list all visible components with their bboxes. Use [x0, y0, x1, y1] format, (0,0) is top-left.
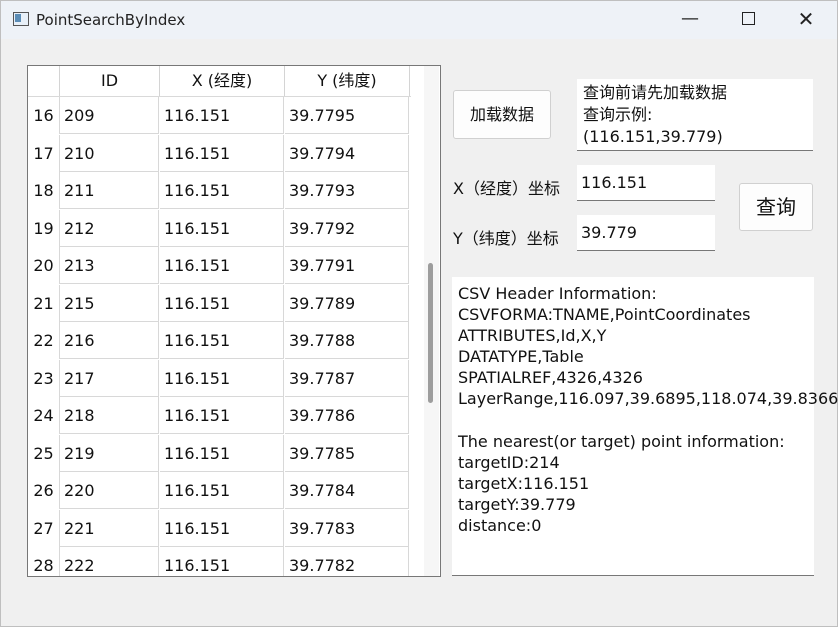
cell-x[interactable]: 116.151	[160, 172, 284, 209]
cell-id[interactable]: 221	[60, 509, 159, 547]
table-row[interactable]: 27 221 116.151 39.7783	[28, 509, 411, 548]
table-body: 16 209 116.151 39.7795 17 210 116.151 39.7794 18…	[28, 97, 411, 576]
table-row[interactable]: 22 216 116.151 39.7788	[28, 322, 411, 360]
cell-x[interactable]: 116.151	[160, 397, 284, 434]
y-coordinate-input[interactable]: 39.779	[577, 215, 715, 251]
maximize-button[interactable]	[725, 1, 771, 39]
cell-y[interactable]: 39.7785	[285, 434, 409, 472]
table-row[interactable]: 25 219 116.151 39.7785	[28, 434, 411, 473]
column-header-y[interactable]: Y (纬度)	[285, 66, 410, 96]
cell-x[interactable]: 116.151	[160, 134, 284, 172]
cell-x[interactable]: 116.151	[160, 209, 284, 247]
row-number[interactable]: 27	[28, 509, 60, 547]
cell-x[interactable]: 116.151	[160, 509, 284, 547]
cell-id[interactable]: 209	[60, 97, 159, 134]
result-output-box[interactable]: CSV Header Information: CSVFORMA:TNAME,P…	[452, 277, 838, 576]
table-row[interactable]: 17 210 116.151 39.7794	[28, 134, 411, 173]
window-title: PointSearchByIndex	[36, 11, 186, 29]
hint-line: 查询示例:	[583, 105, 653, 124]
maximize-icon	[741, 11, 755, 25]
row-number[interactable]: 18	[28, 172, 60, 209]
row-number[interactable]: 25	[28, 434, 60, 472]
row-number[interactable]: 22	[28, 322, 60, 359]
row-number-header	[28, 66, 60, 96]
row-number[interactable]: 24	[28, 397, 60, 434]
cell-x[interactable]: 116.151	[160, 247, 284, 284]
cell-y[interactable]: 39.7784	[285, 472, 409, 509]
x-coordinate-label: X（经度）坐标	[453, 179, 560, 198]
table-row[interactable]: 21 215 116.151 39.7789	[28, 284, 411, 323]
load-data-button[interactable]: 加载数据	[453, 90, 551, 139]
cell-x[interactable]: 116.151	[160, 97, 284, 134]
points-table[interactable]: ID X (经度) Y (纬度) 16 209 116.151 39.7795 17 21…	[27, 65, 441, 577]
hint-line: (116.151,39.779)	[583, 127, 723, 146]
hint-line: 查询前请先加载数据	[583, 83, 728, 102]
table-row[interactable]: 28 222 116.151 39.7782	[28, 547, 411, 576]
cell-y[interactable]: 39.7786	[285, 397, 409, 434]
cell-y[interactable]: 39.7791	[285, 247, 409, 284]
table-row[interactable]: 23 217 116.151 39.7787	[28, 359, 411, 398]
app-window-icon	[13, 12, 29, 26]
x-coordinate-input[interactable]: 116.151	[577, 165, 715, 201]
table-header: ID X (经度) Y (纬度)	[28, 66, 411, 97]
cell-id[interactable]: 215	[60, 284, 159, 322]
cell-x[interactable]: 116.151	[160, 322, 284, 359]
cell-y[interactable]: 39.7789	[285, 284, 409, 322]
cell-id[interactable]: 210	[60, 134, 159, 172]
cell-id[interactable]: 213	[60, 247, 159, 284]
cell-y[interactable]: 39.7792	[285, 209, 409, 247]
column-header-x[interactable]: X (经度)	[160, 66, 285, 96]
cell-x[interactable]: 116.151	[160, 359, 284, 397]
cell-x[interactable]: 116.151	[160, 472, 284, 509]
cell-x[interactable]: 116.151	[160, 547, 284, 576]
row-number[interactable]: 21	[28, 284, 60, 322]
cell-y[interactable]: 39.7787	[285, 359, 409, 397]
table-row[interactable]: 18 211 116.151 39.7793	[28, 172, 411, 210]
query-hint-box: 查询前请先加载数据 查询示例: (116.151,39.779)	[577, 79, 813, 151]
cell-id[interactable]: 222	[60, 547, 159, 576]
row-number[interactable]: 16	[28, 97, 60, 134]
close-button[interactable]: ✕	[783, 1, 829, 39]
table-row[interactable]: 16 209 116.151 39.7795	[28, 97, 411, 135]
column-header-id[interactable]: ID	[60, 66, 160, 96]
main-window: PointSearchByIndex — ✕ ID X (经度) Y (纬度) …	[0, 0, 838, 627]
minimize-button[interactable]: —	[667, 1, 713, 39]
cell-id[interactable]: 220	[60, 472, 159, 509]
query-button[interactable]: 查询	[739, 183, 813, 231]
table-row[interactable]: 19 212 116.151 39.7792	[28, 209, 411, 248]
row-number[interactable]: 17	[28, 134, 60, 172]
table-row[interactable]: 20 213 116.151 39.7791	[28, 247, 411, 285]
cell-y[interactable]: 39.7782	[285, 547, 409, 576]
cell-x[interactable]: 116.151	[160, 434, 284, 472]
cell-y[interactable]: 39.7783	[285, 509, 409, 547]
cell-y[interactable]: 39.7794	[285, 134, 409, 172]
cell-id[interactable]: 219	[60, 434, 159, 472]
cell-y[interactable]: 39.7793	[285, 172, 409, 209]
cell-id[interactable]: 212	[60, 209, 159, 247]
row-number[interactable]: 20	[28, 247, 60, 284]
scrollbar-thumb[interactable]	[428, 263, 433, 403]
cell-id[interactable]: 218	[60, 397, 159, 434]
cell-y[interactable]: 39.7788	[285, 322, 409, 359]
row-number[interactable]: 28	[28, 547, 60, 576]
cell-x[interactable]: 116.151	[160, 284, 284, 322]
cell-id[interactable]: 217	[60, 359, 159, 397]
cell-id[interactable]: 216	[60, 322, 159, 359]
row-number[interactable]: 26	[28, 472, 60, 509]
y-coordinate-label: Y（纬度）坐标	[453, 229, 559, 248]
table-row[interactable]: 26 220 116.151 39.7784	[28, 472, 411, 510]
cell-id[interactable]: 211	[60, 172, 159, 209]
table-row[interactable]: 24 218 116.151 39.7786	[28, 397, 411, 435]
title-bar[interactable]: PointSearchByIndex — ✕	[1, 1, 837, 39]
cell-y[interactable]: 39.7795	[285, 97, 409, 134]
row-number[interactable]: 23	[28, 359, 60, 397]
row-number[interactable]: 19	[28, 209, 60, 247]
